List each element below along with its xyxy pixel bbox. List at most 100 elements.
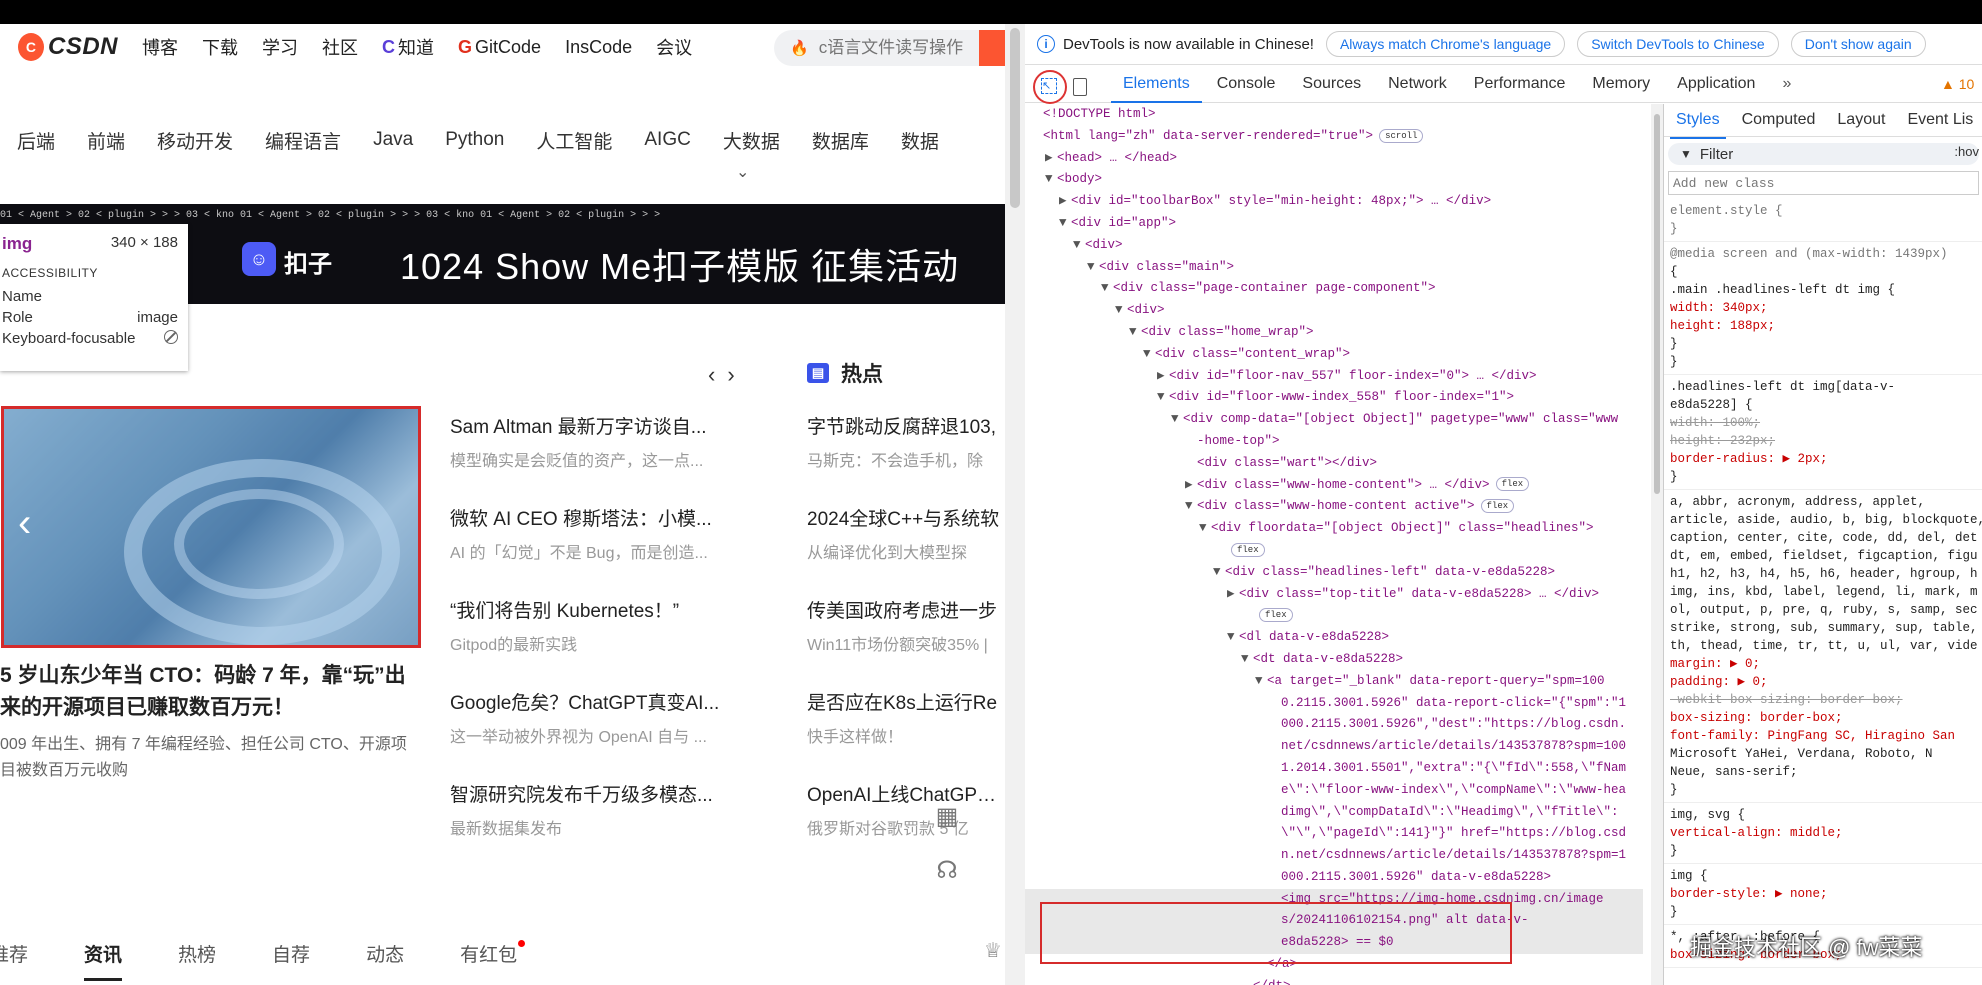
- tab-news[interactable]: 资讯: [84, 940, 123, 981]
- expand-arrow-icon[interactable]: ▶: [1227, 584, 1239, 606]
- dom-node-line[interactable]: ▼ <div class="page-container page-compone…: [1025, 278, 1643, 300]
- expand-arrow-icon[interactable]: ▶: [1157, 366, 1169, 388]
- news-title[interactable]: 字节跳动反腐辞退103,: [807, 412, 1005, 439]
- hot-news-item[interactable]: 传美国政府考虑进一步 Win11市场份额突破35% |: [807, 596, 1005, 688]
- more-tabs-icon[interactable]: »: [1782, 75, 1791, 93]
- category-item[interactable]: Python: [445, 129, 504, 151]
- collapse-arrow-icon[interactable]: ▼: [1129, 322, 1141, 344]
- dom-badge[interactable]: flex: [1259, 608, 1293, 623]
- tab-styles[interactable]: Styles: [1670, 111, 1726, 139]
- tab-event-listeners[interactable]: Event Lis: [1907, 111, 1973, 129]
- dom-node-line[interactable]: ▼ <div class="headlines-left" data-v-e8da…: [1025, 562, 1643, 584]
- collapse-arrow-icon[interactable]: ▼: [1115, 300, 1127, 322]
- collapse-arrow-icon[interactable]: ▼: [1059, 213, 1071, 235]
- news-title[interactable]: OpenAI上线ChatGPT打: [807, 780, 1005, 807]
- dom-node-line[interactable]: ▼ <dt data-v-e8da5228>: [1025, 649, 1643, 671]
- chevron-down-icon[interactable]: ⌄: [736, 162, 749, 182]
- page-scrollbar[interactable]: [1005, 24, 1025, 985]
- tab-recommend[interactable]: 推荐: [0, 940, 28, 967]
- nav-blog[interactable]: 博客: [142, 34, 178, 60]
- dom-node-line[interactable]: e\":\"floor-www-index\",\"compName\":\"w…: [1025, 780, 1643, 802]
- match-language-button[interactable]: Always match Chrome's language: [1325, 31, 1566, 57]
- collapse-arrow-icon[interactable]: ▼: [1241, 649, 1253, 671]
- carousel-prev-icon[interactable]: ‹: [18, 501, 31, 546]
- collapse-arrow-icon[interactable]: ▼: [1101, 278, 1113, 300]
- tab-hot[interactable]: 热榜: [178, 940, 216, 967]
- hot-news-item[interactable]: 字节跳动反腐辞退103, 马斯克：不会造手机，除: [807, 412, 1005, 504]
- dom-node-line[interactable]: ▼ <a target="_blank" data-report-query="s…: [1025, 671, 1643, 693]
- category-item[interactable]: AIGC: [644, 129, 690, 151]
- tab-memory[interactable]: Memory: [1592, 75, 1650, 93]
- tab-elements[interactable]: Elements: [1111, 75, 1202, 103]
- collapse-arrow-icon[interactable]: ▼: [1185, 496, 1197, 518]
- nav-gitcode[interactable]: G GitCode: [458, 37, 541, 58]
- scrollbar-thumb[interactable]: [1654, 114, 1660, 494]
- css-rule[interactable]: img, svg { vertical-align: middle;}: [1664, 803, 1982, 864]
- nav-learn[interactable]: 学习: [262, 34, 298, 60]
- dom-node-line[interactable]: ▶ <div class="www-home-content"> … </div>…: [1025, 475, 1643, 497]
- tab-red-packet[interactable]: 有红包: [460, 939, 526, 967]
- category-item[interactable]: 数据库: [812, 127, 869, 154]
- tab-self-recommend[interactable]: 自荐: [272, 940, 310, 967]
- dom-node-line[interactable]: <html lang="zh" data-server-rendered="tr…: [1025, 126, 1643, 148]
- collapse-arrow-icon[interactable]: ▼: [1171, 409, 1183, 431]
- trophy-icon[interactable]: ♕: [984, 938, 1002, 963]
- dom-node-line[interactable]: ▼ <body>: [1025, 169, 1643, 191]
- dom-node-line[interactable]: </a>: [1025, 954, 1643, 976]
- dont-show-again-button[interactable]: Don't show again: [1790, 31, 1926, 57]
- prev-arrow-icon[interactable]: ‹: [708, 362, 715, 387]
- css-rule[interactable]: a, abbr, acronym, address, applet, articl…: [1664, 490, 1982, 803]
- dom-node-line[interactable]: ▼ <div id="floor-www-index_558" floor-ind…: [1025, 387, 1643, 409]
- hot-news-item[interactable]: 2024全球C++与系统软 从编译优化到大模型探: [807, 504, 1005, 596]
- csdn-logo[interactable]: C CSDN: [18, 33, 118, 61]
- dom-node-line[interactable]: 0.2115.3001.5926" data-report-click="{"s…: [1025, 693, 1643, 715]
- hot-news-item[interactable]: 是否应在K8s上运行Re 快手这样做！: [807, 688, 1005, 780]
- news-title[interactable]: Google危矣？ChatGPT真变AI...: [450, 688, 750, 715]
- dom-node-line[interactable]: flex: [1025, 540, 1643, 562]
- scrollbar-thumb[interactable]: [1010, 28, 1020, 208]
- tab-network[interactable]: Network: [1388, 75, 1447, 93]
- dom-node-line[interactable]: ▼ <div class="home_wrap">: [1025, 322, 1643, 344]
- dom-node-line[interactable]: ▶ <div class="top-title" data-v-e8da5228>…: [1025, 584, 1643, 606]
- dom-badge[interactable]: scroll: [1379, 128, 1424, 143]
- next-arrow-icon[interactable]: ›: [727, 362, 734, 387]
- news-title[interactable]: Sam Altman 最新万字访谈自...: [450, 412, 750, 439]
- hover-state-toggle[interactable]: :hov: [1954, 144, 1979, 159]
- dom-node-line[interactable]: </dt>: [1025, 976, 1643, 985]
- dom-node-line[interactable]: ▼ <div>: [1025, 235, 1643, 257]
- headset-icon[interactable]: ☊: [930, 856, 964, 890]
- switch-chinese-button[interactable]: Switch DevTools to Chinese: [1577, 31, 1779, 57]
- category-item[interactable]: 大数据: [723, 127, 780, 154]
- category-item[interactable]: 编程语言: [265, 127, 341, 154]
- dom-node-line[interactable]: net/csdnnews/article/details/143537878?s…: [1025, 736, 1643, 758]
- category-item[interactable]: 移动开发: [157, 127, 233, 154]
- collapse-arrow-icon[interactable]: ▼: [1045, 169, 1057, 191]
- dom-node-line[interactable]: ▶ <div id="toolbarBox" style="min-height:…: [1025, 191, 1643, 213]
- tab-activity[interactable]: 动态: [366, 940, 404, 967]
- expand-arrow-icon[interactable]: ▶: [1045, 148, 1057, 170]
- dom-node-line[interactable]: ▶ <div id="floor-nav_557" floor-index="0"…: [1025, 366, 1643, 388]
- tab-computed[interactable]: Computed: [1742, 111, 1816, 129]
- qr-code-icon[interactable]: ▦: [930, 802, 964, 836]
- dom-node-line[interactable]: ▶ <head> … </head>: [1025, 148, 1643, 170]
- dom-node-line[interactable]: e8da5228> == $0: [1025, 932, 1643, 955]
- collapse-arrow-icon[interactable]: ▼: [1157, 387, 1169, 409]
- dom-node-line[interactable]: flex: [1025, 605, 1643, 627]
- category-item[interactable]: 数据: [901, 127, 939, 154]
- dom-node-line[interactable]: n.net/csdnnews/article/details/143537878…: [1025, 845, 1643, 867]
- expand-arrow-icon[interactable]: ▶: [1185, 475, 1197, 497]
- collapse-arrow-icon[interactable]: ▼: [1143, 344, 1155, 366]
- headline-image[interactable]: ‹: [1, 406, 421, 648]
- tab-performance[interactable]: Performance: [1474, 75, 1566, 93]
- tab-layout[interactable]: Layout: [1837, 111, 1885, 129]
- css-rule[interactable]: .headlines-left dt img[data-v-e8da5228] …: [1664, 375, 1982, 490]
- news-item[interactable]: Sam Altman 最新万字访谈自... 模型确实是会贬值的资产，这一点...: [450, 412, 750, 504]
- dom-node-line[interactable]: ▼ <div comp-data="[object Object]" pagety…: [1025, 409, 1643, 431]
- collapse-arrow-icon[interactable]: ▼: [1199, 518, 1211, 540]
- collapse-arrow-icon[interactable]: ▼: [1213, 562, 1225, 584]
- news-item[interactable]: Google危矣？ChatGPT真变AI... 这一举动被外界视为 OpenAI …: [450, 688, 750, 780]
- dom-node-line[interactable]: 1.2014.3001.5501","extra":"{\"fId\":558,…: [1025, 758, 1643, 780]
- nav-zhidao[interactable]: C 知道: [382, 34, 434, 60]
- collapse-arrow-icon[interactable]: ▼: [1227, 627, 1239, 649]
- elements-scrollbar[interactable]: [1651, 104, 1663, 985]
